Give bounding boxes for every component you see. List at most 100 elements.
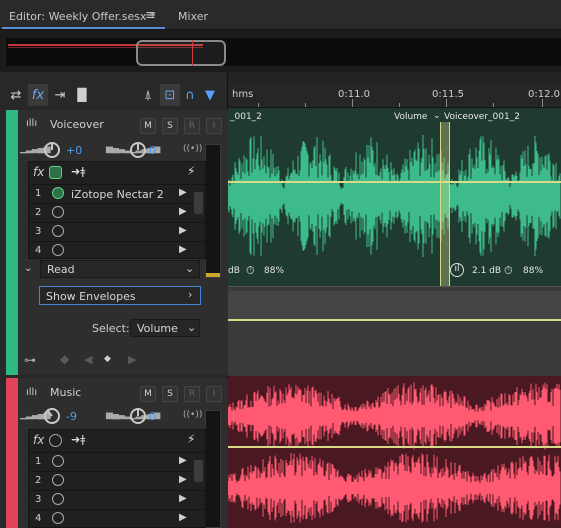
track-volume-envelope[interactable] [228, 319, 561, 321]
slot-power-icon[interactable] [52, 455, 64, 467]
fx-slot[interactable]: 3 ▶ [29, 222, 205, 241]
snap-icon[interactable]: ⊡ [160, 84, 180, 106]
crossfade-region[interactable] [440, 122, 450, 286]
fx-slot[interactable]: 3 ▶ [29, 490, 205, 509]
tab-editor[interactable]: Editor: Weekly Offer.sesx * [9, 10, 156, 23]
eraser-icon[interactable]: ◆ [60, 352, 69, 366]
pan-value[interactable]: 0 [149, 144, 156, 157]
fx-slot[interactable]: 2 ▶ [29, 471, 205, 490]
magnet-icon[interactable]: ∩ [180, 84, 200, 106]
slot-menu-arrow-icon[interactable]: ▶ [179, 493, 187, 504]
lightning-icon[interactable]: ⚡ [187, 164, 195, 178]
prefader-icon[interactable]: ➜ǂ [71, 165, 85, 178]
slot-menu-arrow-icon[interactable]: ▶ [179, 187, 187, 198]
fx-rack-scrollbar[interactable] [194, 460, 203, 482]
slot-power-icon[interactable] [52, 225, 64, 237]
track-name[interactable]: Voiceover [50, 118, 104, 131]
fx-slot[interactable]: 2 ▶ [29, 203, 205, 222]
marker-pin-icon[interactable]: ▼ [200, 84, 220, 106]
slot-menu-arrow-icon[interactable]: ▶ [179, 512, 187, 523]
slot-menu-arrow-icon[interactable]: ▶ [179, 244, 187, 255]
navigator-strip[interactable] [6, 38, 561, 66]
mute-button[interactable]: M [140, 118, 156, 134]
volume-value[interactable]: +0 [66, 144, 82, 157]
rack-power-icon[interactable] [49, 166, 62, 179]
envelope-select-dropdown[interactable]: Volume ⌄ [130, 319, 200, 337]
pan-knob[interactable] [130, 408, 146, 424]
zoom-range-handle[interactable] [136, 40, 226, 66]
envelope-lane[interactable] [228, 286, 561, 376]
effects-rack-icon[interactable]: fx [28, 84, 48, 106]
effects-rack-header: fx ➜ǂ ⚡ [29, 162, 205, 184]
metronome-icon[interactable]: ⍋ [138, 84, 158, 106]
tick-mark [258, 103, 259, 107]
slot-menu-arrow-icon[interactable]: ▶ [179, 455, 187, 466]
solo-button[interactable]: S [162, 118, 178, 134]
track-color-bar[interactable] [6, 378, 18, 528]
slot-number: 1 [35, 456, 42, 467]
monitor-input-button[interactable]: I [206, 118, 222, 134]
timer-icon[interactable]: ⏱ [246, 264, 255, 278]
solo-button[interactable]: S [162, 386, 178, 402]
envelope-lock-icon[interactable]: ⊶ [24, 353, 36, 367]
fx-slot[interactable]: 4 ▶ [29, 509, 205, 528]
rack-power-icon[interactable] [49, 434, 62, 447]
chevron-down-icon[interactable]: ⌄ [24, 263, 32, 274]
timeline-ruler[interactable]: hms 0:11.0 0:11.5 0:12.0 [228, 84, 561, 108]
track-header-music[interactable]: ıllı Music M S R I ▁▂▃▄▅ -9 ▅▄▃▂▁▂▃▄▅ 0 … [6, 378, 228, 528]
record-arm-button[interactable]: R [184, 386, 200, 402]
slot-menu-arrow-icon[interactable]: ▶ [179, 225, 187, 236]
slot-power-icon[interactable] [52, 244, 64, 256]
inputs-outputs-icon[interactable]: ⇄ [6, 84, 26, 106]
volume-knob[interactable] [44, 142, 60, 158]
fx-slot[interactable]: 1 ▶ [29, 452, 205, 471]
monitor-input-button[interactable]: I [206, 386, 222, 402]
clip-name-left: _001_2 [230, 112, 262, 122]
slot-number: 1 [35, 188, 42, 199]
track-header-voiceover[interactable]: ıllı Voiceover M S R I ▁▂▃▄▅ +0 ▅▄▃▂▁▂▃▄… [6, 110, 228, 375]
effects-rack: fx ➜ǂ ⚡ 1 iZotope Nectar 2 ▶ 2 ▶ 3 ▶ 4 ▶ [28, 161, 206, 259]
sends-icon[interactable]: ⇥ [50, 84, 70, 106]
fx-slot[interactable]: 4 ▶ [29, 241, 205, 259]
tab-mixer[interactable]: Mixer [178, 10, 208, 23]
fx-rack-scrollbar[interactable] [194, 192, 203, 214]
mute-button[interactable]: M [140, 386, 156, 402]
slot-power-icon[interactable] [52, 206, 64, 218]
record-arm-button[interactable]: R [184, 118, 200, 134]
clip-gain-right: 2.1 dB [472, 266, 502, 276]
track-color-bar[interactable] [6, 110, 18, 375]
volume-envelope-line[interactable] [228, 181, 561, 183]
lightning-icon[interactable]: ⚡ [187, 432, 195, 446]
slot-power-icon[interactable] [52, 493, 64, 505]
timer-icon[interactable]: ⏱ [504, 264, 513, 278]
slot-menu-arrow-icon[interactable]: ▶ [179, 474, 187, 485]
envelope-menu-chevron-icon[interactable]: ⌄ [433, 111, 441, 121]
stereo-icon[interactable]: ((•)) [183, 144, 202, 154]
stereo-icon[interactable]: ((•)) [183, 410, 202, 420]
slot-power-icon[interactable] [52, 512, 64, 524]
chevron-down-icon: ⌄ [185, 262, 195, 275]
fx-slot[interactable]: 1 iZotope Nectar 2 ▶ [29, 184, 205, 203]
slot-power-icon[interactable] [52, 187, 64, 199]
music-volume-envelope[interactable] [228, 446, 561, 448]
slot-number: 3 [35, 226, 42, 237]
eq-icon[interactable]: ▐▌ [72, 84, 92, 106]
next-keyframe-icon[interactable]: ▶ [128, 353, 136, 366]
track-name[interactable]: Music [50, 386, 81, 399]
slot-menu-arrow-icon[interactable]: ▶ [179, 206, 187, 217]
volume-knob[interactable] [40, 404, 64, 428]
voiceover-clip-area[interactable]: _001_2 Volume ⌄ Voiceover_001_2 dB ⏱ 88%… [228, 108, 561, 286]
gain-meter-icon[interactable]: ıl [450, 263, 464, 277]
automation-mode-dropdown[interactable]: Read ⌄ [40, 260, 200, 278]
slot-effect-name[interactable]: iZotope Nectar 2 [71, 188, 164, 201]
pan-value[interactable]: 0 [149, 410, 156, 423]
slot-power-icon[interactable] [52, 474, 64, 486]
show-envelopes-button[interactable]: Show Envelopes › [39, 286, 201, 305]
volume-value[interactable]: -9 [66, 410, 77, 423]
music-clip-area[interactable] [228, 376, 561, 528]
pan-knob[interactable] [130, 142, 146, 158]
previous-keyframe-icon[interactable]: ◀ [84, 353, 92, 366]
prefader-icon[interactable]: ➜ǂ [71, 433, 85, 446]
hamburger-icon[interactable]: ≡ [145, 8, 156, 23]
add-keyframe-icon[interactable]: ◆ [104, 354, 111, 364]
